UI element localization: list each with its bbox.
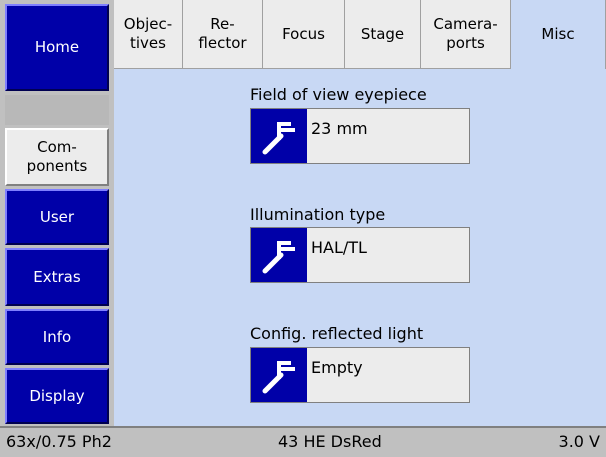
tab-label-line1: Objec- (123, 15, 173, 33)
sidebar-item-extras[interactable]: Extras (5, 248, 109, 306)
tab-label-line2: ports (446, 34, 485, 52)
reflected-light-value: Empty (311, 358, 363, 377)
tab-label: Misc (541, 25, 575, 43)
tab-misc[interactable]: Misc (511, 0, 606, 69)
wrench-icon (251, 228, 307, 282)
reflected-light-button[interactable]: Empty (250, 347, 470, 403)
sidebar-item-display[interactable]: Display (5, 368, 109, 424)
illumination-value: HAL/TL (311, 238, 367, 257)
sidebar: Home Com- ponents User Extras Info Displ… (0, 0, 114, 426)
tab-objectives[interactable]: Objec- tives (114, 0, 183, 69)
sidebar-item-label: Extras (33, 267, 81, 286)
tab-label-line2: flector (198, 34, 247, 52)
illumination-button[interactable]: HAL/TL (250, 227, 470, 283)
sidebar-item-home[interactable]: Home (5, 4, 109, 91)
illumination-label: Illumination type (250, 205, 386, 224)
tab-focus[interactable]: Focus (263, 0, 345, 69)
tab-reflector[interactable]: Re- flector (183, 0, 263, 69)
status-objective: 63x/0.75 Ph2 (6, 432, 112, 451)
reflected-light-label: Config. reflected light (250, 324, 424, 343)
status-voltage: 3.0 V (558, 432, 600, 451)
tab-label-line1: Re- (210, 15, 235, 33)
fov-button[interactable]: 23 mm (250, 108, 470, 164)
sidebar-item-components[interactable]: Com- ponents (5, 128, 109, 186)
sidebar-item-label-line1: Com- (37, 138, 77, 156)
sidebar-item-user[interactable]: User (5, 189, 109, 245)
status-filter: 43 HE DsRed (278, 432, 382, 451)
tab-label-line1: Camera- (433, 15, 498, 33)
misc-panel: Field of view eyepiece 23 mm Illuminatio… (114, 69, 606, 426)
sidebar-item-label: Display (29, 386, 85, 405)
fov-label: Field of view eyepiece (250, 85, 427, 104)
tab-stage[interactable]: Stage (345, 0, 421, 69)
status-bar: 63x/0.75 Ph2 43 HE DsRed 3.0 V (0, 426, 606, 457)
sidebar-spacer (5, 95, 109, 125)
tab-camera-ports[interactable]: Camera- ports (421, 0, 511, 69)
wrench-icon (251, 348, 307, 402)
tab-label-line2: tives (130, 34, 166, 52)
sidebar-item-info[interactable]: Info (5, 309, 109, 365)
wrench-icon (251, 109, 307, 163)
tab-label: Focus (282, 24, 325, 43)
tab-bar: Objec- tives Re- flector Focus Stage Cam… (114, 0, 606, 69)
sidebar-item-label: Home (34, 38, 80, 56)
fov-value: 23 mm (311, 119, 368, 138)
sidebar-item-label-line2: ponents (26, 157, 88, 175)
sidebar-item-label: Info (42, 327, 72, 346)
sidebar-item-label: User (39, 207, 75, 226)
tab-label: Stage (360, 24, 405, 43)
